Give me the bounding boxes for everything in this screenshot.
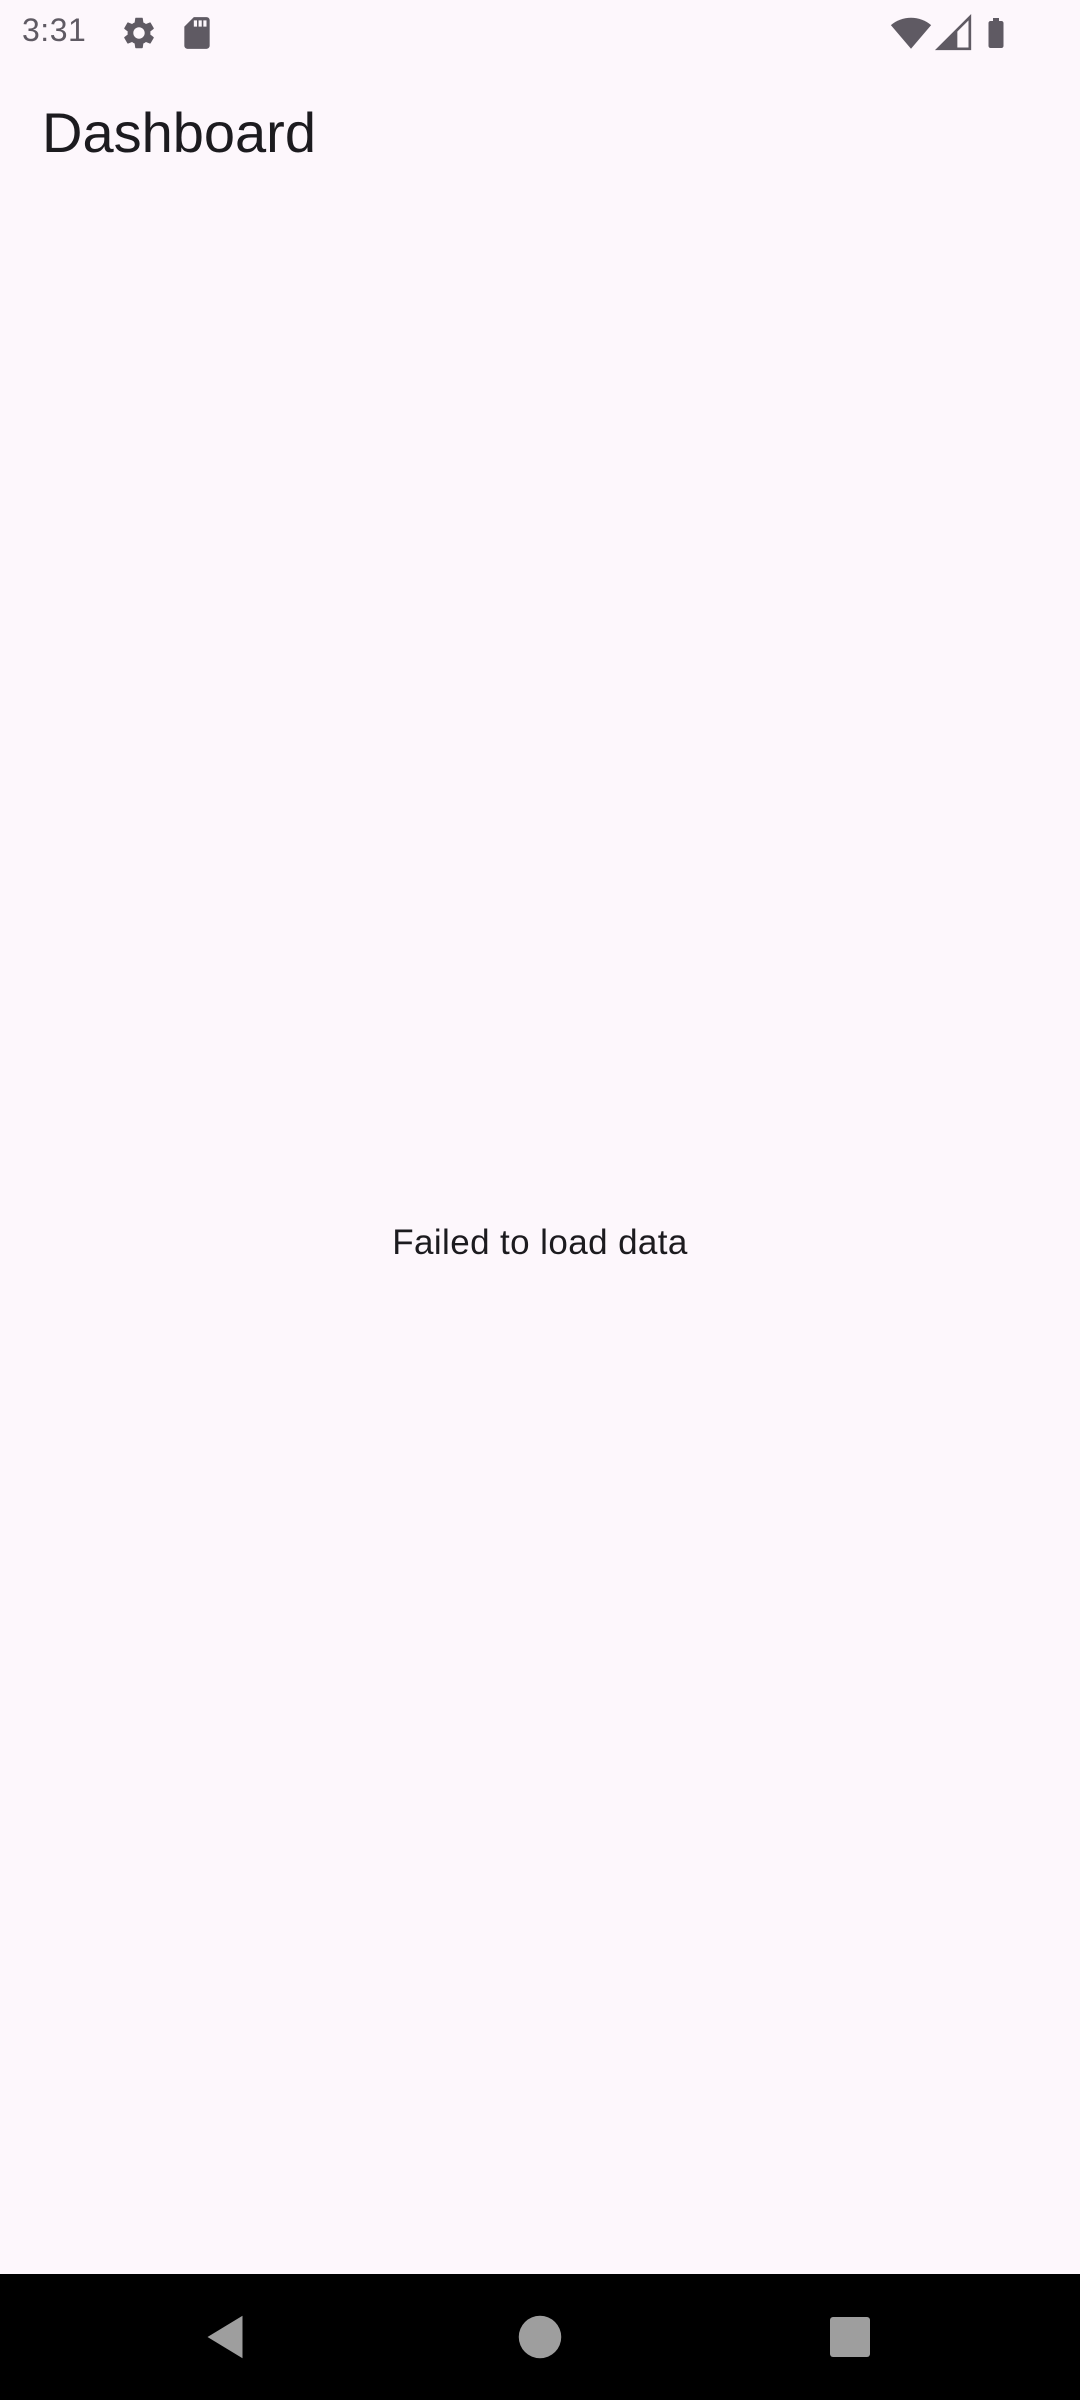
back-icon[interactable] (195, 2307, 255, 2367)
recents-icon[interactable] (820, 2307, 880, 2367)
gear-icon (120, 14, 158, 52)
status-bar: 3:31 (0, 0, 1080, 66)
app-bar: Dashboard (0, 66, 1080, 206)
home-icon[interactable] (510, 2307, 570, 2367)
navigation-bar (0, 2274, 1080, 2400)
status-time: 3:31 (22, 12, 87, 48)
cell-signal-icon (934, 13, 974, 53)
main-content: Failed to load data (0, 206, 1080, 2274)
sd-card-icon (178, 14, 216, 52)
page-title: Dashboard (42, 101, 316, 164)
wifi-icon (890, 12, 932, 54)
error-message: Failed to load data (392, 1223, 688, 1262)
battery-icon (978, 13, 1014, 53)
